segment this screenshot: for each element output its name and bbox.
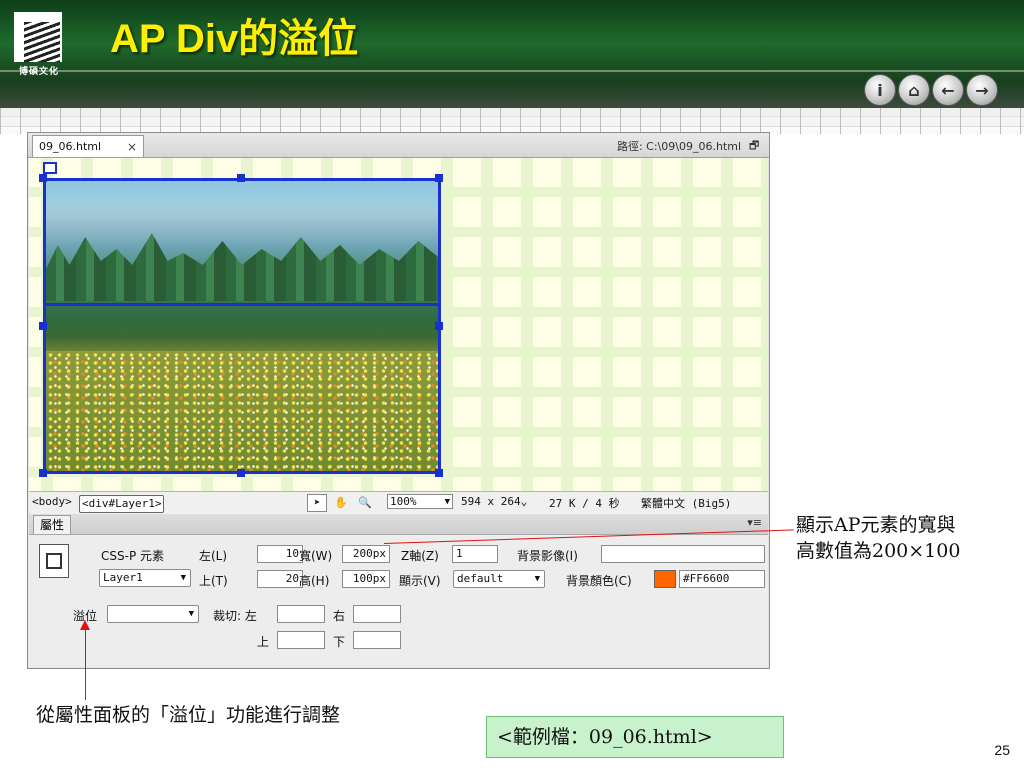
layer-bound-line: [43, 303, 441, 306]
clip-bottom-input[interactable]: [353, 631, 401, 649]
bg-image-input[interactable]: [601, 545, 765, 563]
editor-window: 09_06.html × 路徑: C:\09\09_06.html 🗗 <bod…: [27, 132, 770, 669]
resize-handle-bc[interactable]: [237, 469, 245, 477]
page-number: 25: [994, 742, 1010, 758]
overflow-callout-arrow-icon: [80, 620, 90, 630]
logo-mark-icon: [24, 22, 60, 62]
publisher-logo: 博碩文化: [10, 8, 68, 78]
tag-selector-body[interactable]: <body>: [32, 495, 72, 508]
forward-arrow-icon[interactable]: →: [966, 74, 998, 106]
back-arrow-icon[interactable]: ←: [932, 74, 964, 106]
pointer-tool-icon[interactable]: ➤: [307, 494, 327, 512]
overflow-callout-line: [85, 630, 86, 700]
logo-text: 博碩文化: [18, 67, 59, 77]
slide-header: 博碩文化 AP Div的溢位 i ⌂ ← →: [0, 0, 1024, 108]
window-size-value: 594 x 264: [461, 495, 521, 508]
z-index-label: Z軸(Z): [401, 549, 439, 563]
resize-handle-ml[interactable]: [39, 322, 47, 330]
document-path: 路徑: C:\09\09_06.html: [616, 140, 741, 153]
zoom-value: 100%: [390, 495, 417, 508]
document-tabbar: 09_06.html × 路徑: C:\09\09_06.html 🗗: [28, 133, 769, 158]
resize-handle-tc[interactable]: [237, 174, 245, 182]
width-label: 寬(W): [299, 549, 333, 563]
clip-top-label: 上: [257, 635, 270, 649]
resize-handle-tr[interactable]: [435, 174, 443, 182]
panel-options-icon[interactable]: ▾≡: [747, 516, 762, 529]
slide-nav: i ⌂ ← →: [864, 74, 998, 106]
resize-handle-tl[interactable]: [39, 174, 47, 182]
status-tools: ➤ ✋ 🔍: [307, 494, 375, 512]
bg-color-swatch[interactable]: [654, 570, 676, 588]
layer-name-value: Layer1: [103, 571, 143, 584]
ap-div-layer1[interactable]: [43, 178, 441, 474]
download-size: 27 K / 4 秒: [549, 497, 620, 510]
clip-right-input[interactable]: [353, 605, 401, 623]
visibility-select[interactable]: default ▼: [453, 570, 545, 588]
chevron-down-icon: ▼: [188, 609, 194, 619]
zoom-select[interactable]: 100% ▼: [387, 494, 453, 509]
bg-color-input[interactable]: #FF6600: [679, 570, 765, 588]
chevron-down-icon: ▼: [534, 574, 540, 584]
element-type-label: CSS-P 元素: [101, 549, 164, 563]
chevron-down-icon: ▼: [444, 497, 450, 507]
restore-window-icon[interactable]: 🗗: [749, 137, 761, 152]
ruler-strip: [0, 108, 1024, 134]
size-callout-line1: 顯示AP元素的寬與: [796, 514, 956, 536]
resize-handle-bl[interactable]: [39, 469, 47, 477]
height-input[interactable]: 100px: [342, 570, 390, 588]
slide-title: AP Div的溢位: [110, 17, 359, 61]
info-icon[interactable]: i: [864, 74, 896, 106]
example-file-box: <範例檔：09_06.html>: [486, 716, 784, 758]
clip-top-input[interactable]: [277, 631, 325, 649]
width-input[interactable]: 200px: [342, 545, 390, 563]
document-tab-label: 09_06.html: [39, 140, 102, 153]
close-icon[interactable]: ×: [127, 140, 137, 154]
css-p-element-icon: [39, 544, 69, 578]
bg-color-label: 背景顏色(C): [566, 574, 632, 588]
z-index-input[interactable]: 1: [452, 545, 498, 563]
flower-field: [46, 351, 438, 471]
properties-panel: CSS-P 元素 Layer1 ▼ 左(L) 10 上(T) 20 寬(W) 20…: [29, 535, 768, 667]
home-icon[interactable]: ⌂: [898, 74, 930, 106]
properties-panel-header: 屬性 ▾≡: [29, 514, 768, 535]
size-callout-text: 顯示AP元素的寬與 高數值為200×100: [796, 512, 960, 564]
encoding: 繁體中文 (Big5): [641, 497, 732, 510]
height-label: 高(H): [299, 574, 330, 588]
top-label: 上(T): [199, 574, 228, 588]
window-size[interactable]: 594 x 264⌄: [461, 495, 527, 508]
header-divider: [0, 70, 1024, 72]
resize-handle-br[interactable]: [435, 469, 443, 477]
status-bar: <body> <div#Layer1> ➤ ✋ 🔍 100% ▼ 594 x 26…: [29, 491, 768, 515]
left-input[interactable]: 10: [257, 545, 303, 563]
clip-bottom-label: 下: [333, 635, 346, 649]
left-label: 左(L): [199, 549, 228, 563]
clip-left-label: 裁切: 左: [213, 609, 257, 623]
properties-panel-title[interactable]: 屬性: [33, 515, 72, 534]
top-input[interactable]: 20: [257, 570, 303, 588]
hand-tool-icon[interactable]: ✋: [331, 494, 351, 512]
design-canvas[interactable]: [29, 158, 768, 491]
ap-div-marker-icon[interactable]: [43, 162, 57, 174]
logo-box: [14, 12, 62, 62]
layer-name-field[interactable]: Layer1 ▼: [99, 569, 191, 587]
zoom-tool-icon[interactable]: 🔍: [355, 494, 375, 512]
visibility-label: 顯示(V): [399, 574, 441, 588]
tag-selector-div[interactable]: <div#Layer1>: [79, 495, 165, 513]
chevron-down-icon: ▼: [180, 573, 186, 583]
overflow-select[interactable]: ▼: [107, 605, 199, 623]
overflow-callout-text: 從屬性面板的「溢位」功能進行調整: [36, 704, 341, 726]
resize-handle-mr[interactable]: [435, 322, 443, 330]
bg-image-label: 背景影像(I): [517, 549, 578, 563]
mountain-haze: [46, 201, 438, 241]
window-size-dropdown-icon: ⌄: [520, 495, 528, 508]
clip-right-label: 右: [333, 609, 346, 623]
visibility-value: default: [457, 572, 504, 585]
size-callout-line2: 高數值為200×100: [796, 540, 961, 562]
document-tab[interactable]: 09_06.html ×: [32, 135, 144, 157]
clip-left-input[interactable]: [277, 605, 325, 623]
